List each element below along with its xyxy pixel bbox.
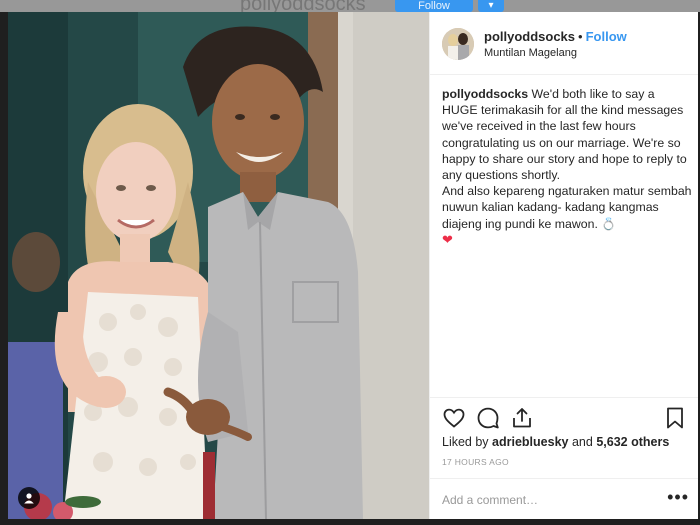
likes-user-link[interactable]: adriebluesky (492, 435, 568, 449)
post-caption: pollyoddsocks We'd both like to say a HU… (442, 86, 692, 248)
bookmark-icon[interactable] (663, 406, 687, 430)
header-username[interactable]: pollyoddsocks (484, 29, 575, 44)
comment-bubble-icon[interactable] (476, 406, 500, 430)
caption-text-javanese: And also kepareng ngaturaken matur semba… (442, 184, 692, 231)
post-photo[interactable] (8, 12, 429, 519)
background-dropdown-button[interactable]: ▾ (478, 0, 504, 12)
caption-text: We'd both like to say a HUGE terimakasih… (442, 87, 687, 183)
likes-count-link[interactable]: 5,632 others (596, 435, 669, 449)
separator-dot: • (578, 29, 583, 44)
comment-box: ••• (430, 478, 698, 519)
caption-username[interactable]: pollyoddsocks (442, 87, 528, 101)
heart-outline-icon[interactable] (442, 406, 466, 430)
ring-emoji: 💍 (601, 216, 617, 231)
location-link[interactable]: Muntilan Magelang (484, 47, 577, 59)
couple-photo-illustration (8, 12, 429, 519)
heart-emoji: ❤ (442, 231, 453, 247)
post-timestamp[interactable]: 17 HOURS AGO (442, 457, 509, 467)
action-bar (430, 397, 698, 438)
more-options-button[interactable]: ••• (667, 487, 689, 507)
comment-input[interactable] (442, 490, 662, 510)
post-header: pollyoddsocks • Follow Muntilan Magelang (430, 12, 698, 75)
share-upload-icon[interactable] (510, 406, 534, 430)
likes-and: and (571, 435, 593, 449)
person-tag-icon[interactable] (18, 487, 40, 509)
post-modal: pollyoddsocks • Follow Muntilan Magelang p… (8, 12, 698, 519)
post-side-panel: pollyoddsocks • Follow Muntilan Magelang p… (429, 12, 698, 519)
follow-button[interactable]: Follow (586, 29, 627, 44)
likes-summary: Liked by adriebluesky and 5,632 others (442, 435, 669, 449)
background-follow-button[interactable]: Follow (395, 0, 473, 12)
avatar[interactable] (442, 28, 474, 60)
likes-prefix: Liked by (442, 435, 489, 449)
header-username-row: pollyoddsocks • Follow (484, 29, 627, 44)
